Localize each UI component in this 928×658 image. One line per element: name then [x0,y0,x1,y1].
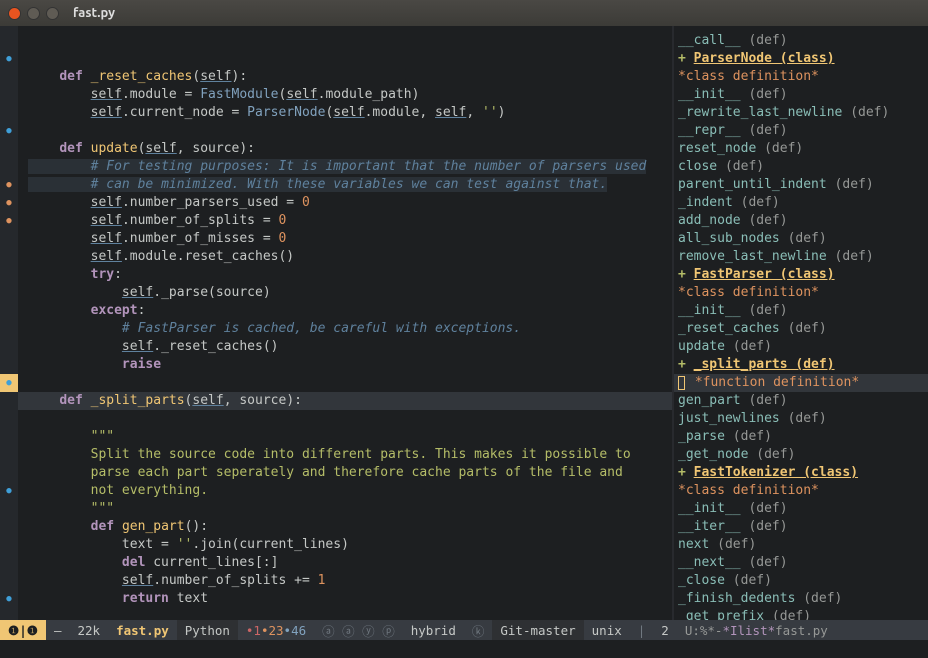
minor-modes: ⓐ ⓐ ⓨ ⓟ [314,620,403,640]
outline-item[interactable]: _reset_caches [678,321,780,336]
fold-toggle[interactable]: + [678,465,686,480]
outline-item[interactable]: remove_last_newline [678,249,827,264]
window-number: ❶|❶ [0,620,46,640]
maximize-button[interactable] [46,7,59,20]
window-controls [8,7,59,20]
outline-item[interactable]: __repr__ [678,123,741,138]
evil-state: hybrid [403,620,464,640]
outline-item[interactable]: _rewrite_last_newline [678,105,842,120]
flycheck-error[interactable]: •1 [246,623,261,638]
gutter [0,26,18,620]
position-pct: 2 [653,620,677,640]
outline-item[interactable]: __call__ [678,33,741,48]
fold-toggle[interactable]: + [678,267,686,282]
outline-item[interactable]: update [678,339,725,354]
code-area[interactable]: def _reset_caches(self): self.module = F… [18,26,672,620]
fold-toggle[interactable]: + [678,357,686,372]
outline-item[interactable]: parent_until_indent [678,177,827,192]
outline-item[interactable]: _close [678,573,725,588]
status-dash: — [46,620,70,640]
outline-item[interactable]: __iter__ [678,519,741,534]
window-title: fast.py [73,6,115,20]
fold-toggle[interactable]: + [678,51,686,66]
outline-item[interactable]: __init__ [678,303,741,318]
mode-line: ❶|❶ — 22k fast.py Python •1 •23 •46 ⓐ ⓐ … [0,620,928,640]
outline-item[interactable]: reset_node [678,141,756,156]
close-button[interactable] [8,7,21,20]
vc-branch[interactable]: Git-master [492,620,583,640]
outline-item[interactable]: close [678,159,717,174]
outline-item[interactable]: __init__ [678,87,741,102]
outline-pane[interactable]: __call__ (def) + ParserNode (class) *cla… [674,26,928,620]
outline-class[interactable]: FastTokenizer (class) [694,465,858,480]
outline-item[interactable]: _parse [678,429,725,444]
minibuffer[interactable] [0,640,928,658]
outline-item[interactable]: _indent [678,195,733,210]
flycheck-info[interactable]: •46 [284,623,307,638]
file-size: 22k [69,620,108,640]
outline-class[interactable]: FastParser (class) [694,267,835,282]
outline-item[interactable]: __init__ [678,501,741,516]
coding-system: unix [584,620,630,640]
outline-item[interactable]: _get_prefix [678,609,764,620]
outline-item[interactable]: all_sub_nodes [678,231,780,246]
flycheck-warning[interactable]: •23 [261,623,284,638]
outline-item[interactable]: _finish_dedents [678,591,795,606]
outline-item[interactable]: __next__ [678,555,741,570]
outline-item[interactable]: _get_node [678,447,748,462]
major-mode[interactable]: Python [177,620,238,640]
outline-item[interactable]: next [678,537,709,552]
outline-item[interactable]: gen_part [678,393,741,408]
buffer-name[interactable]: fast.py [116,623,169,638]
window-titlebar: fast.py [0,0,928,26]
outline-item[interactable]: _split_parts (def) [694,357,835,372]
cursor-icon [678,376,685,390]
outline-item[interactable]: add_node [678,213,741,228]
outline-item[interactable]: just_newlines [678,411,780,426]
editor-pane[interactable]: def _reset_caches(self): self.module = F… [0,26,674,620]
inactive-modeline: U:%*- *Ilist* fast.py [677,620,928,640]
minimize-button[interactable] [27,7,40,20]
outline-class[interactable]: ParserNode (class) [694,51,835,66]
workspace: def _reset_caches(self): self.module = F… [0,26,928,620]
